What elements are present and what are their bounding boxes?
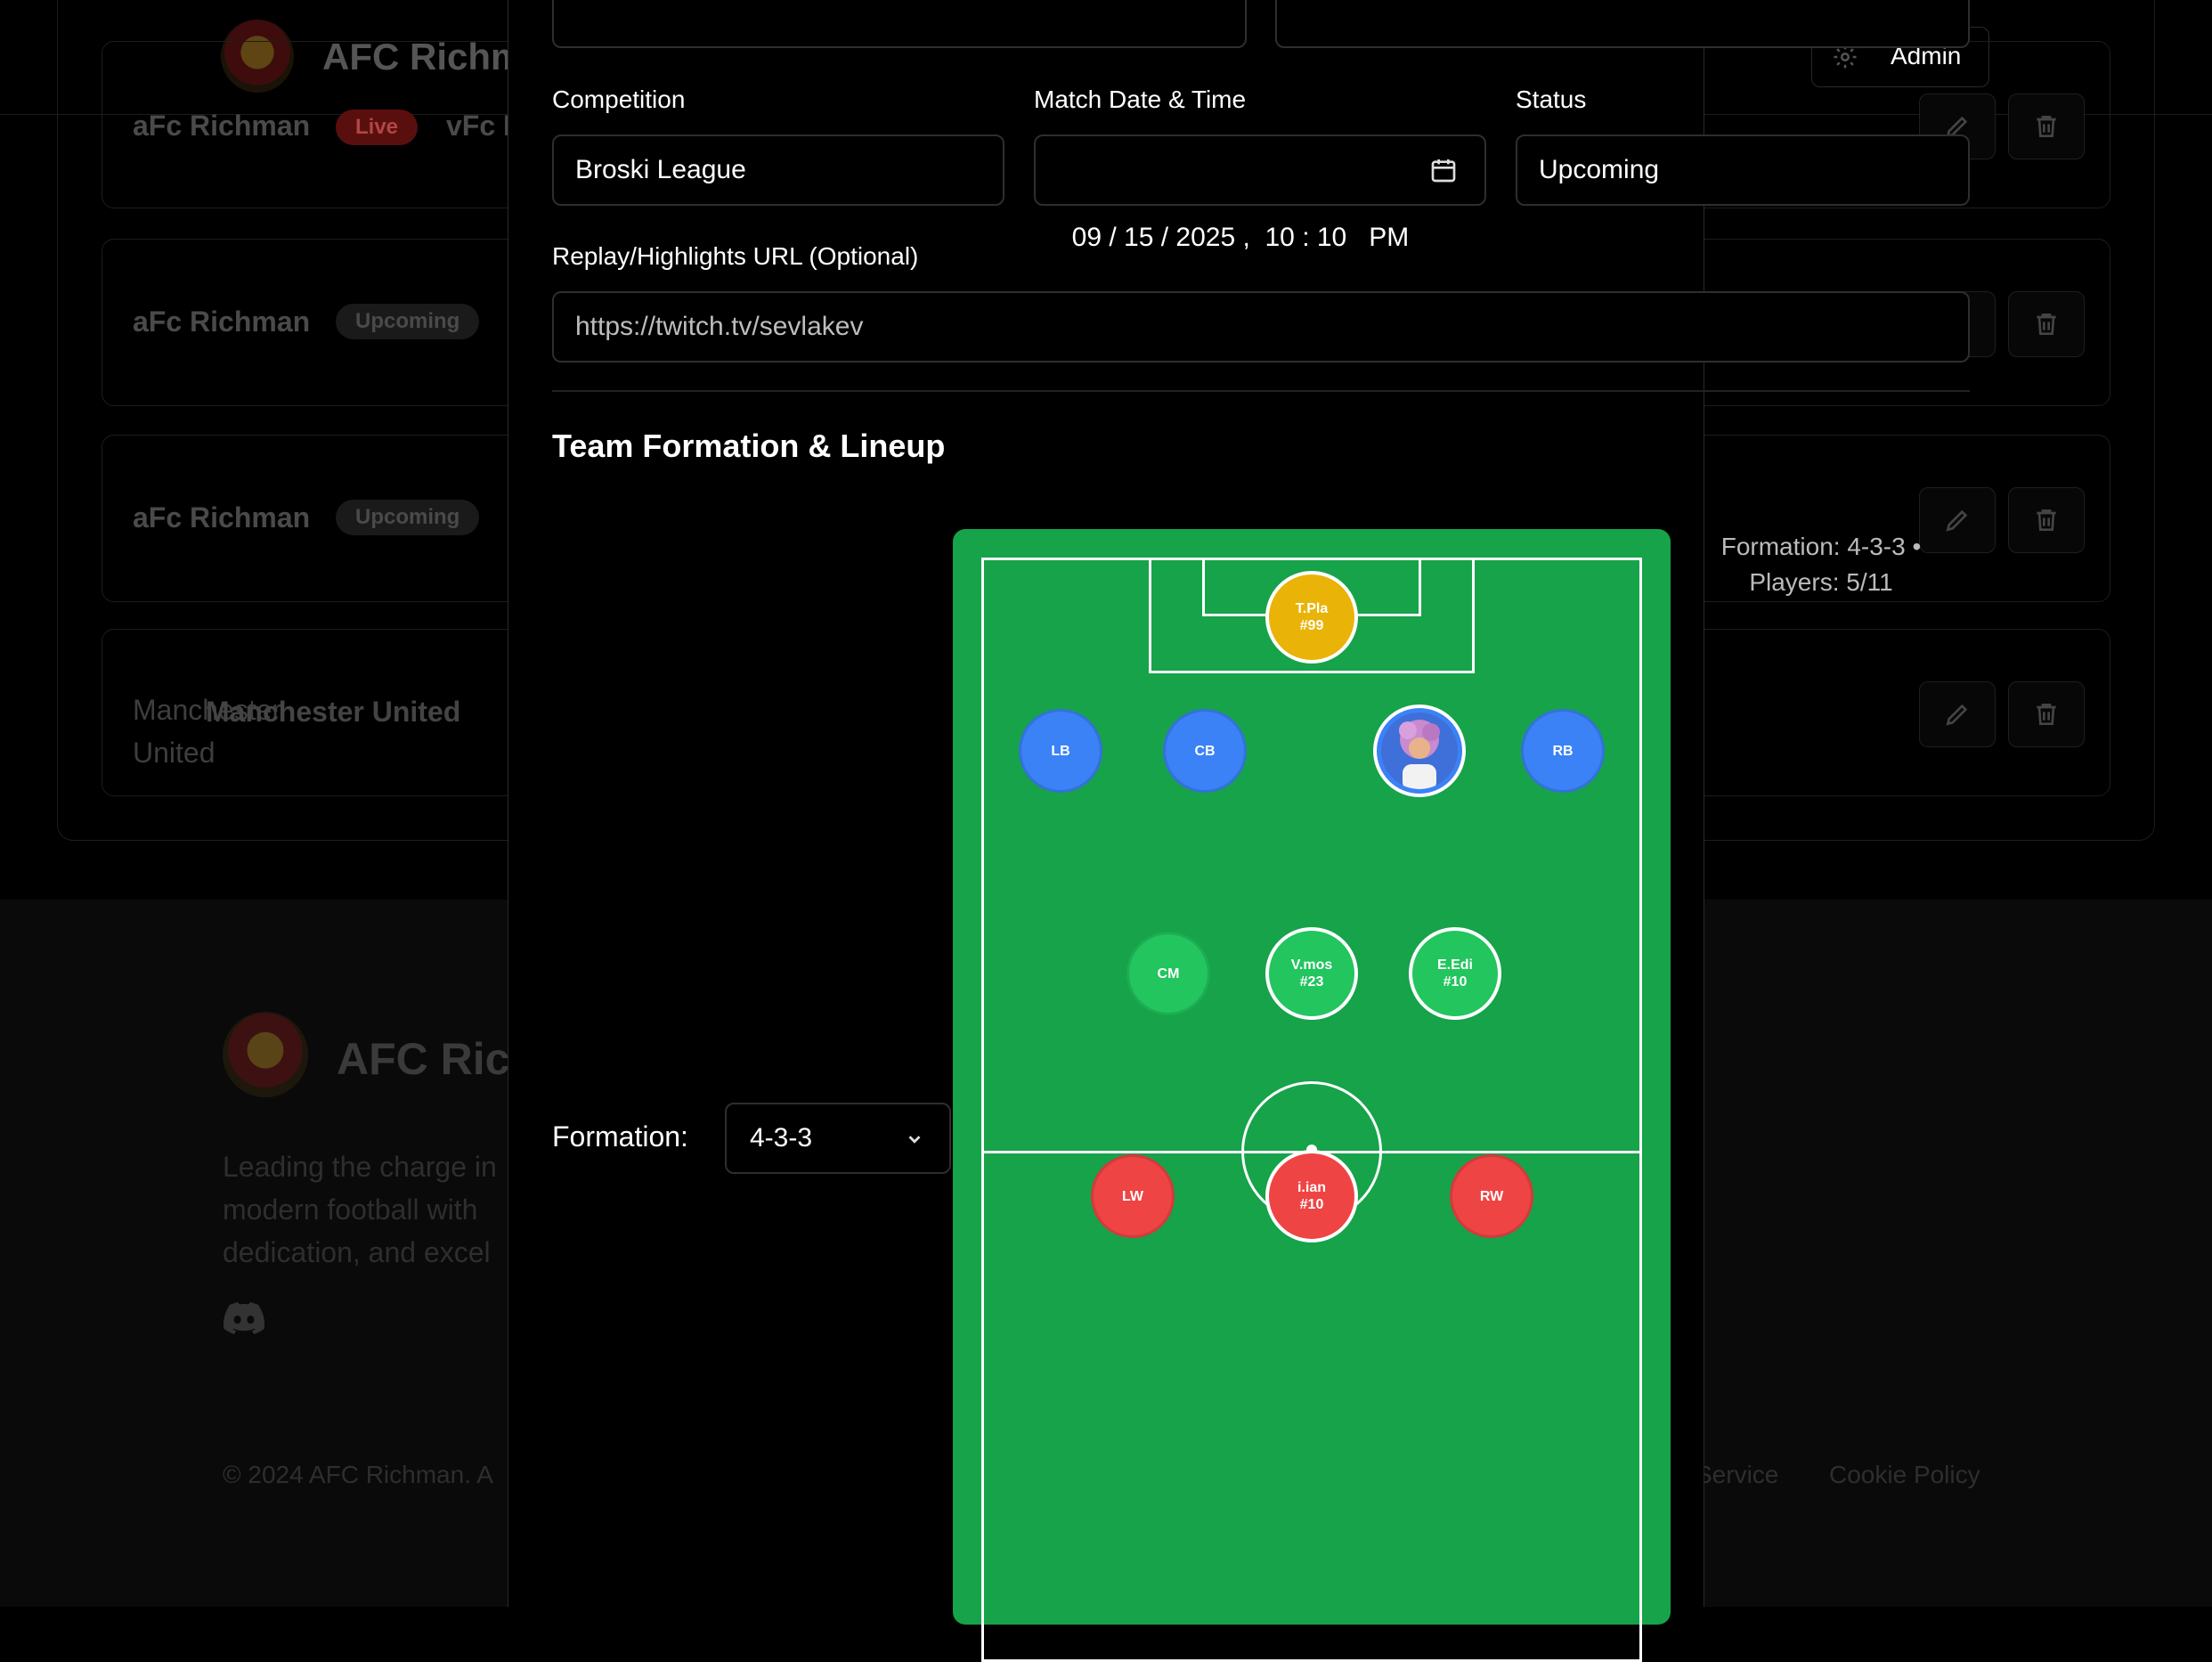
status-badge: Upcoming: [336, 500, 480, 535]
player-label: i.ian #10: [1297, 1180, 1326, 1212]
player-slot-lw[interactable]: LW: [1091, 1154, 1175, 1238]
delete-button[interactable]: [2008, 291, 2085, 357]
calendar-icon[interactable]: [1429, 156, 1458, 184]
replay-url-label: Replay/Highlights URL (Optional): [552, 242, 919, 270]
status-badge: Live: [336, 110, 419, 145]
trash-icon: [2037, 314, 2056, 335]
formation-label: Formation:: [552, 1120, 688, 1153]
player-slot-cb2[interactable]: [1373, 705, 1466, 797]
match-datetime-label: Match Date & Time: [1034, 86, 1247, 113]
footer-logo: [223, 1012, 308, 1097]
trash-icon: [2037, 704, 2056, 725]
player-slot-rb[interactable]: RB: [1521, 709, 1605, 793]
formation-summary: Formation: 4-3-3 • Players: 5/11: [1692, 529, 1950, 600]
player-slot-rw[interactable]: RW: [1450, 1154, 1533, 1238]
footer-link-cookie-policy[interactable]: Cookie Policy: [1829, 1461, 1980, 1489]
player-label: CB: [1194, 743, 1216, 759]
section-divider: [552, 390, 1970, 392]
trash-icon: [2037, 509, 2056, 531]
player-label: RB: [1552, 743, 1574, 759]
player-label: E.Edi #10: [1436, 957, 1473, 990]
player-slot-cm1[interactable]: CM: [1126, 932, 1210, 1015]
edit-button[interactable]: [1919, 681, 1996, 747]
player-label: RW: [1479, 1188, 1504, 1204]
formation-pitch: [953, 529, 1671, 1662]
competition-input[interactable]: Broski League: [552, 134, 1004, 206]
status-label: Status: [1516, 86, 1587, 113]
players-count: Players: 5/11: [1749, 568, 1893, 596]
player-label: CM: [1157, 965, 1180, 982]
player-label: V.mos #23: [1290, 957, 1333, 990]
delete-button[interactable]: [2008, 94, 2085, 159]
opponent-input[interactable]: [1275, 0, 1970, 48]
match-team: aFc Richman: [133, 110, 311, 142]
player-label: T.Pla #99: [1295, 601, 1329, 633]
discord-icon[interactable]: [223, 1302, 265, 1334]
player-slot-cm3[interactable]: E.Edi #10: [1409, 927, 1501, 1020]
player-slot-cb1[interactable]: CB: [1163, 709, 1247, 793]
status-select[interactable]: Upcoming: [1516, 134, 1970, 206]
replay-url-input[interactable]: https://twitch.tv/sevlakev: [552, 291, 1970, 363]
player-slot-st[interactable]: i.ian #10: [1265, 1150, 1358, 1242]
lineup-section-title: Team Formation & Lineup: [552, 428, 946, 464]
competition-label: Competition: [552, 86, 686, 113]
pencil-icon: [1946, 704, 1968, 726]
match-datetime-value: 09 / 15 / 2025 , 10 : 10 PM: [1071, 223, 1410, 252]
player-slot-lb[interactable]: LB: [1019, 709, 1102, 793]
delete-button[interactable]: [2008, 681, 2085, 747]
match-datetime-input[interactable]: 09 / 15 / 2025 , 10 : 10 PM: [1034, 134, 1486, 252]
footer-copyright: © 2024 AFC Richman. A: [223, 1461, 493, 1488]
delete-button[interactable]: [2008, 487, 2085, 553]
match-team: aFc Richman: [133, 501, 311, 534]
footer-description: Leading the charge in modern football wi…: [223, 1151, 497, 1268]
player-slot-gk[interactable]: T.Pla #99: [1265, 571, 1358, 664]
match-opponent: vFc I: [446, 110, 511, 142]
status-badge: Upcoming: [336, 304, 480, 339]
trash-icon: [2037, 116, 2056, 137]
match-team-overlay: Manchester United: [206, 696, 461, 728]
player-slot-cm2[interactable]: V.mos #23: [1265, 927, 1358, 1020]
player-label: LB: [1051, 743, 1070, 759]
player-avatar: [1381, 713, 1458, 789]
chevron-down-icon: [908, 1136, 921, 1144]
footer-link-service[interactable]: Service: [1696, 1461, 1778, 1489]
formation-summary-line1: Formation: 4-3-3 •: [1720, 533, 1922, 560]
player-label: LW: [1122, 1188, 1143, 1204]
formation-value: 4-3-3: [750, 1123, 813, 1153]
match-team: aFc Richman: [133, 306, 311, 338]
formation-select[interactable]: 4-3-3: [725, 1103, 951, 1174]
team-input[interactable]: [552, 0, 1247, 48]
